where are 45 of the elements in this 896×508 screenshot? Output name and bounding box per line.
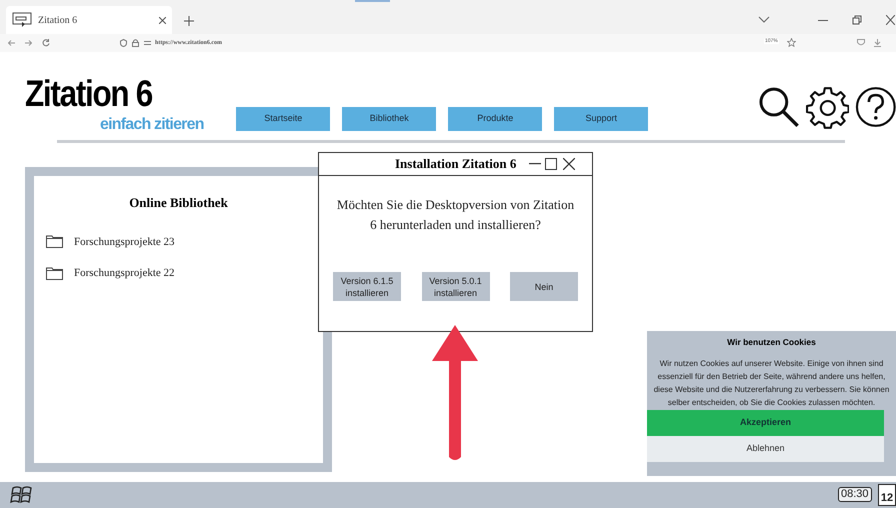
forward-icon[interactable] [25,40,32,46]
panel-title: Online Bibliothek [128,194,229,212]
cookie-title: Wir benutzen Cookies [726,336,817,349]
minimize-icon[interactable] [818,20,828,22]
clock[interactable]: 08:30 [838,487,872,502]
decline-button[interactable]: Ablehnen [647,436,884,462]
close-icon[interactable] [886,15,895,25]
tab-close-icon[interactable] [159,16,166,24]
maximize-icon[interactable] [545,158,558,170]
nav-button[interactable]: Bibliothek [342,107,436,131]
dialog-title: Installation Zitation 6 [395,155,516,174]
folder-item[interactable]: Forschungsprojekte 22 [74,265,175,282]
dialog-message: Möchten Sie die Desktopversion von Zitation 6 herunterladen und installieren? [336,196,576,234]
search-icon[interactable] [757,85,801,129]
back-icon[interactable] [8,40,15,46]
chevron-down-icon[interactable] [758,16,770,24]
reload-icon[interactable] [42,39,50,47]
close-icon[interactable] [563,158,576,170]
tab-page-icon [12,12,32,28]
cookie-text: Wir nutzen Cookies auf unserer Website. Einige von ihnen sind essenziell für den Betrieb der Seite, während andere uns helfen, diese Website und die Nutzererfahrung zu verbessern. Sie können selber entscheiden, ob Sie die Cookies zulassen möchten. [652,358,890,409]
folder-item[interactable]: Forschungsprojekte 23 [74,234,175,250]
calendar-icon[interactable]: 12 [878,484,896,506]
nav-button[interactable]: Startseite [236,107,330,131]
dialog-button[interactable]: Version 5.0.1 installieren [422,272,490,301]
logo-text: Zitation 6 [25,75,154,113]
star-icon[interactable] [787,38,796,47]
start-icon[interactable] [10,485,34,505]
download-icon[interactable] [874,39,881,47]
tagline: einfach zitieren [100,115,205,135]
lock-icon [132,39,139,47]
tab-title: Zitation 6 [38,14,78,28]
dialog-button[interactable]: Nein [510,272,578,301]
help-icon[interactable] [854,85,896,129]
new-tab-icon[interactable] [184,16,194,26]
folder-icon [46,266,63,280]
nav-button[interactable]: Produkte [448,107,542,131]
dialog-button[interactable]: Version 6.1.5 installieren [333,272,401,301]
browser-tab[interactable]: Zitation 6 [6,6,172,34]
folder-icon [46,235,63,248]
settings-icon[interactable] [806,85,850,129]
accept-button[interactable]: Akzeptieren [647,410,884,436]
minimize-icon[interactable] [529,163,542,165]
nav-button[interactable]: Support [554,107,648,131]
shield-icon [120,39,127,47]
restore-icon[interactable] [852,15,862,25]
